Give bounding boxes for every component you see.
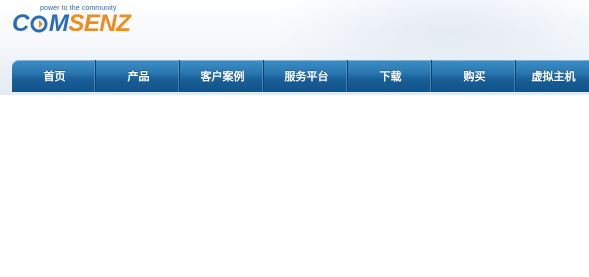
main-content-area bbox=[0, 95, 589, 277]
nav-item-home[interactable]: 首页 bbox=[12, 60, 96, 92]
logo-letter-c: C bbox=[12, 10, 29, 37]
nav-item-customer-cases[interactable]: 客户案例 bbox=[180, 60, 264, 92]
nav-item-products[interactable]: 产品 bbox=[96, 60, 180, 92]
logo-arrow-icon bbox=[30, 12, 48, 33]
logo-wordmark: C MSENZ bbox=[12, 10, 131, 38]
nav-item-purchase[interactable]: 购买 bbox=[432, 60, 516, 92]
logo-letters-msenz: MSENZ bbox=[48, 10, 131, 37]
comsenz-logo[interactable]: C MSENZ bbox=[12, 10, 131, 38]
nav-item-virtual-host[interactable]: 虚拟主机 bbox=[516, 60, 589, 92]
nav-item-service-platform[interactable]: 服务平台 bbox=[264, 60, 348, 92]
main-nav-bar: 首页 产品 客户案例 服务平台 下载 购买 虚拟主机 bbox=[12, 60, 589, 92]
nav-item-download[interactable]: 下载 bbox=[348, 60, 432, 92]
site-header: power to the community C MSENZ 首页 产品 客户案例… bbox=[0, 0, 589, 95]
